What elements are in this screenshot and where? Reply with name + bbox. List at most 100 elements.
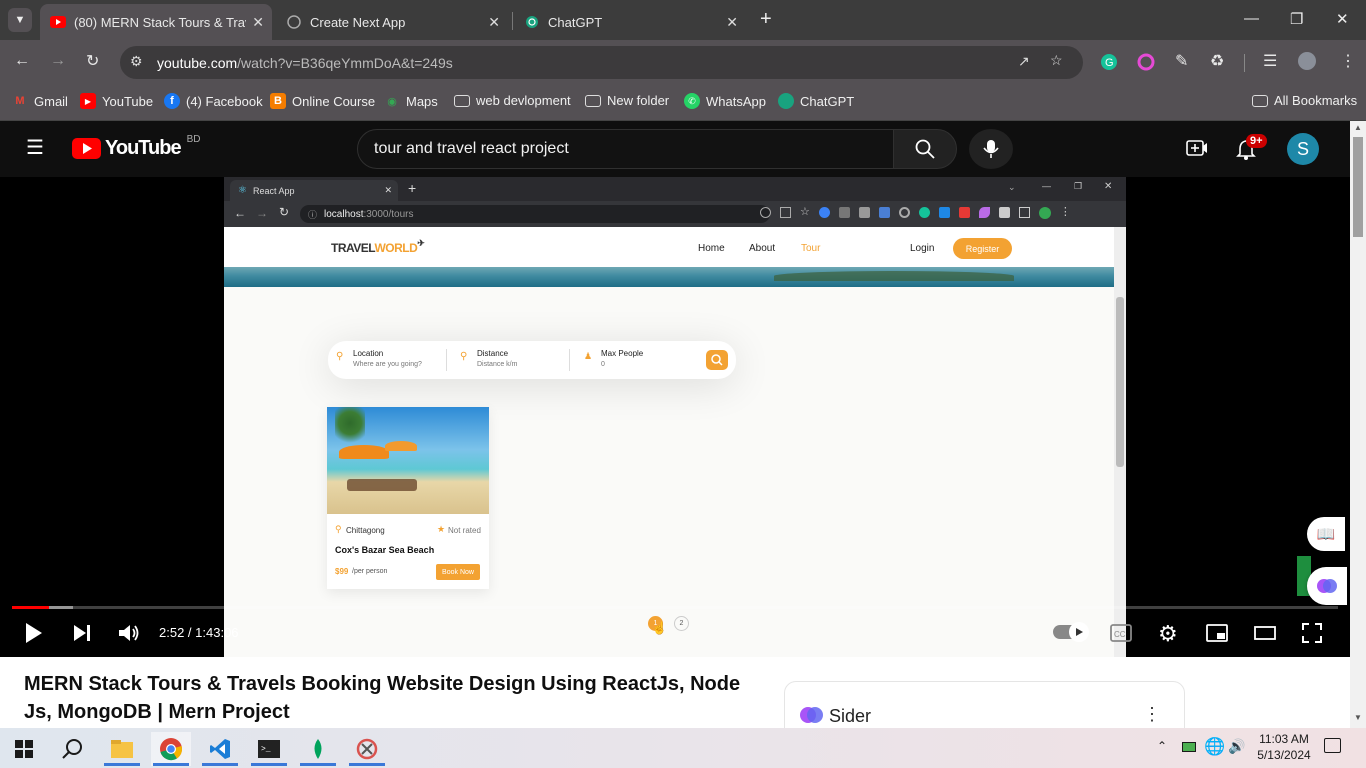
youtube-favicon-icon [50, 14, 66, 30]
close-tab-icon[interactable]: ✕ [488, 14, 500, 31]
all-bookmarks[interactable]: All Bookmarks [1252, 93, 1357, 108]
profile-avatar-icon[interactable] [1297, 51, 1317, 76]
video-player[interactable]: ⚛ React App ✕ + ⌄ — ❐ ✕ ← → ↻ ⓘ localhos… [0, 177, 1350, 657]
video-progress-bar[interactable] [12, 606, 1338, 609]
grammarly-icon[interactable]: G [1100, 53, 1118, 76]
settings-button[interactable]: ⚙ [1158, 621, 1178, 647]
tab-search-button[interactable]: ▼ [8, 8, 32, 32]
inner-extension-icons: ☆ ⋮ [760, 207, 1071, 219]
speaker-icon[interactable]: 🔊 [1228, 738, 1245, 755]
people-icon: ♟ [584, 351, 593, 361]
tab-chatgpt[interactable]: ChatGPT ✕ [514, 4, 746, 40]
start-button[interactable] [4, 732, 44, 766]
bookmark-chatgpt[interactable]: ChatGPT [778, 93, 854, 109]
voice-search-button[interactable] [969, 129, 1013, 169]
new-tab-button[interactable]: + [760, 8, 772, 31]
field-divider [569, 349, 570, 371]
react-favicon-icon: ⚛ [238, 185, 247, 196]
captions-button[interactable]: CC [1110, 624, 1132, 647]
terminal-button[interactable]: >_ [249, 732, 289, 766]
region-code: BD [186, 134, 201, 145]
beach-chairs [347, 479, 417, 491]
bookmark-maps[interactable]: ◉ Maps [384, 93, 438, 109]
windows-logo-icon [15, 740, 33, 758]
video-frame: ⚛ React App ✕ + ⌄ — ❐ ✕ ← → ↻ ⓘ localhos… [224, 177, 1126, 657]
inner-address-bar: ⓘ localhost:3000/tours [300, 205, 770, 223]
media-control-icon[interactable]: ☰ [1263, 51, 1277, 71]
bookmark-label: All Bookmarks [1274, 93, 1358, 108]
hamburger-menu-icon[interactable]: ☰ [26, 138, 44, 158]
theater-mode-button[interactable] [1254, 625, 1276, 646]
play-button[interactable] [24, 622, 44, 649]
scroll-down-arrow-icon[interactable]: ▼ [1354, 713, 1362, 722]
close-tab-icon[interactable]: ✕ [252, 14, 264, 31]
notification-center-icon[interactable] [1324, 738, 1341, 753]
distance-placeholder: Distance k/m [477, 361, 518, 368]
url-path: /watch?v=B36qeYmmDoA&t=249s [237, 54, 453, 71]
bookmark-star-icon[interactable]: ☆ [1050, 52, 1063, 69]
minimize-icon[interactable]: — [1244, 10, 1259, 27]
site-settings-icon[interactable]: ⚙ [130, 53, 143, 70]
show-hidden-icons[interactable]: ⌃ [1157, 739, 1167, 753]
page-scroll-thumb[interactable] [1353, 137, 1363, 237]
back-icon[interactable]: ← [14, 52, 30, 70]
chrome-menu-icon[interactable]: ⋮ [1340, 51, 1356, 71]
max-people-label: Max People [601, 349, 644, 358]
create-button[interactable] [1186, 139, 1208, 162]
bookmark-online-course[interactable]: B Online Course [270, 93, 375, 109]
bookmark-new-folder[interactable]: New folder [585, 93, 669, 108]
miniplayer-button[interactable] [1206, 624, 1228, 647]
next-button[interactable] [72, 624, 92, 647]
color-picker-extension-icon[interactable] [1137, 53, 1155, 76]
search-button[interactable] [893, 129, 957, 169]
extensions-icon[interactable]: ♻ [1210, 51, 1224, 71]
close-tab-icon[interactable]: ✕ [726, 14, 738, 31]
forward-icon[interactable]: → [50, 52, 66, 70]
restore-icon[interactable]: ❐ [1290, 10, 1303, 28]
bookmark-facebook[interactable]: f (4) Facebook [164, 93, 263, 109]
chrome-button[interactable] [151, 732, 191, 766]
site-logo: TRAVELWORLD✈ [331, 238, 425, 255]
bookmark-label: Gmail [34, 93, 68, 109]
scroll-up-arrow-icon[interactable]: ▲ [1354, 123, 1362, 132]
bookmark-label: ChatGPT [800, 93, 855, 109]
taskbar-search-button[interactable] [52, 732, 92, 766]
sider-logo-icon [800, 707, 823, 723]
address-bar[interactable]: ⚙ youtube.com/watch?v=B36qeYmmDoA&t=249s… [120, 46, 1083, 79]
battery-status-icon[interactable] [1182, 742, 1196, 752]
reload-icon[interactable]: ↻ [86, 51, 99, 71]
bookmark-whatsapp[interactable]: ✆ WhatsApp [684, 93, 766, 109]
close-window-icon[interactable]: ✕ [1336, 10, 1349, 28]
tab-youtube[interactable]: (80) MERN Stack Tours & Travel ✕ [40, 4, 272, 40]
youtube-logo[interactable]: YouTube BD [72, 134, 201, 160]
inner-webpage: TRAVELWORLD✈ Home About Tour Login Regis… [224, 227, 1114, 657]
account-avatar[interactable]: S [1287, 133, 1319, 165]
nav-home: Home [698, 243, 725, 254]
snipping-tool-button[interactable] [347, 732, 387, 766]
youtube-logo-text: YouTube [105, 137, 182, 159]
time-total: 1:43:06 [195, 625, 239, 640]
reader-mode-button[interactable]: 📖 [1307, 517, 1345, 551]
file-explorer-button[interactable] [102, 732, 142, 766]
search-icon [711, 354, 723, 366]
sider-float-button[interactable] [1307, 567, 1347, 605]
bookmark-gmail[interactable]: M Gmail [12, 93, 68, 109]
below-video-area: MERN Stack Tours & Travels Booking Websi… [0, 657, 1350, 741]
volume-button[interactable] [118, 623, 140, 648]
bookmark-web-devlopment[interactable]: web devlopment [454, 93, 571, 108]
autoplay-toggle[interactable] [1053, 622, 1089, 642]
network-globe-icon[interactable]: 🌐 [1204, 737, 1225, 757]
mongodb-leaf-icon [314, 739, 322, 759]
search-input[interactable]: tour and travel react project [357, 129, 894, 169]
vscode-button[interactable] [200, 732, 240, 766]
clock[interactable]: 11:03 AM 5/13/2024 [1254, 731, 1314, 763]
tab-next-app[interactable]: Create Next App ✕ [276, 4, 508, 40]
fullscreen-button[interactable] [1302, 623, 1322, 648]
notifications-button[interactable]: 9+ [1236, 134, 1267, 166]
eyedropper-icon[interactable]: ✎ [1175, 51, 1188, 71]
mongodb-compass-button[interactable] [298, 732, 338, 766]
bookmark-youtube[interactable]: ▶ YouTube [80, 93, 153, 109]
page-scrollbar[interactable]: ▲ ▼ [1350, 121, 1366, 728]
open-in-app-icon[interactable]: ↗ [1018, 53, 1030, 70]
sider-menu-icon[interactable]: ⋮ [1143, 704, 1161, 725]
